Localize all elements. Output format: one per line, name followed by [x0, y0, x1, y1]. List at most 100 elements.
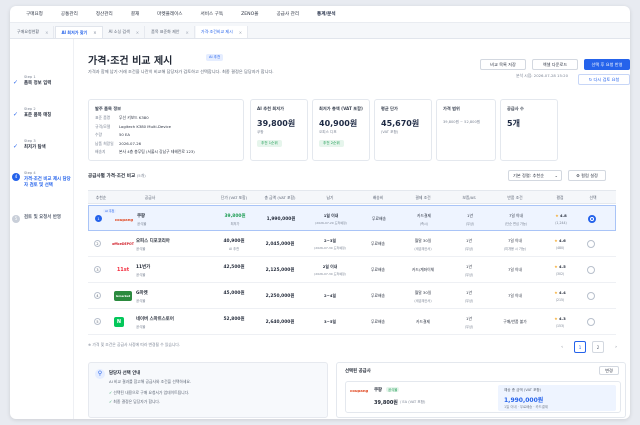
tab-2[interactable]: AI 소싱 검색 × [104, 26, 146, 38]
unit-price: 52,800원 [223, 317, 245, 322]
tab-3[interactable]: 품목 표준화 제안 × [146, 26, 195, 38]
main-content: 가격·조건 비교 제시 AI 추천 가격과 함께 납기·거래 조건을 나란히 비… [82, 39, 630, 419]
change-supplier-button[interactable]: 변경 [599, 366, 619, 375]
step-3[interactable]: ✓ Step 3 최저가 탐색 [10, 139, 74, 169]
info-value: 2026-07-26 [119, 140, 142, 146]
column-header[interactable]: 총 금액 (VAT 포함) [258, 195, 302, 201]
re-review-button[interactable]: ↻ 다시 검토 요청 [578, 74, 630, 85]
info-value: Logitech K380 Multi-Device [119, 123, 171, 129]
select-radio[interactable] [587, 318, 595, 326]
close-icon[interactable]: × [136, 30, 139, 35]
supplier-name: G마켓 [136, 291, 148, 296]
column-header[interactable]: 선택 [584, 195, 602, 201]
warranty-sub: (무상) [464, 299, 474, 303]
tab-label: AI 최저가 찾기 [61, 29, 88, 35]
close-icon[interactable]: × [185, 30, 188, 35]
close-icon[interactable]: × [45, 30, 48, 35]
step-name: 표준 품목 매칭 [24, 113, 52, 118]
shipping: 무료배송 [371, 319, 385, 324]
total-sub: 1일 이내 · 무료배송 · 카드결제 [504, 405, 549, 409]
topnav-item[interactable]: 마켓플레이스 [157, 11, 182, 17]
rating-value: 4.3 [559, 316, 566, 321]
return-sub: (단순 변심 가능) [504, 222, 528, 226]
page-button[interactable]: 1 [574, 341, 586, 353]
column-header[interactable]: 공급사 [120, 195, 180, 201]
step-4[interactable]: 4 Step 4 가격·조건 비교 제시 담당자 검토 및 선택 [10, 171, 74, 201]
column-header[interactable]: 보증/AS [450, 195, 488, 201]
close-icon[interactable]: × [93, 30, 96, 35]
warranty-sub: (무상) [464, 325, 474, 329]
table-row[interactable]: 3 11st 11번가 공식몰 42,500원 2,125,000원 2일 이내 (2026-… [88, 257, 616, 283]
table-row[interactable]: 1 coupang AI 추천 쿠팡 공식몰 39,800원 최저가 1,990,000원 1일… [88, 205, 616, 231]
rating: ★ 4.5 [542, 264, 578, 269]
tab-0[interactable]: 구매요청현황 × [12, 26, 55, 38]
next-page-button[interactable]: › [610, 341, 622, 353]
topnav-item[interactable]: ZENO몰 [241, 11, 258, 17]
select-radio[interactable] [588, 215, 596, 223]
excel-download-button[interactable]: 엑셀 다운로드 [532, 59, 578, 70]
rating-value: 4.5 [559, 264, 566, 269]
table-row[interactable]: 4 Gmarket G마켓 공식몰 45,000원 2,250,000원 2~4일 무료배송 월… [88, 283, 616, 309]
kpi-title: AI 추천 최저가 [257, 106, 284, 111]
comparison-table: 공급사별 가격·조건 비교 (5개) 기본 정렬: 추천순 ⌄ ⚙ 컬럼 설정 추… [88, 170, 626, 360]
kpi-pill: 추천 2순위 [319, 140, 344, 147]
tab-4[interactable]: 가격·조건비교 제시 × [195, 26, 249, 38]
prev-page-button[interactable]: ‹ [556, 341, 568, 353]
info-value: 50 EA [119, 132, 131, 137]
check-icon: ✓ [13, 79, 19, 86]
warranty: 1년 [467, 213, 473, 218]
column-settings-button[interactable]: ⚙ 컬럼 설정 [568, 170, 606, 181]
column-header[interactable]: 납기 [306, 195, 354, 201]
topnav-item[interactable]: 구매요청 [26, 11, 43, 17]
lead-time-sub: (2026-07-29 도착예정) [315, 221, 347, 225]
kpi-sub: 쿠팡 [257, 130, 264, 134]
table-row[interactable]: 5 N 네이버 스마트스토어 공식몰 52,800원 2,640,000원 3~5일 무료배송… [88, 309, 616, 335]
info-value: 본사 4층 총무팀 (서울시 강남구 테헤란로 123) [119, 149, 195, 154]
step-5[interactable]: 5 검토 및 요청서 반영 [10, 213, 74, 243]
topnav-item[interactable]: 정산관리 [96, 11, 113, 17]
review-count: (153) [555, 324, 565, 328]
price-tag: 최저가 [230, 222, 240, 226]
kpi-card: AI 추천 최저가 39,800원 쿠팡 추천 1순위 [250, 99, 308, 161]
column-header[interactable]: 추천순 [90, 195, 112, 201]
lead-time: 2일 이내 [322, 264, 338, 269]
topnav-item[interactable]: 통계/분석 [317, 11, 336, 17]
column-header[interactable]: 단가 (VAT 포함) [214, 195, 254, 201]
topnav-item[interactable]: 서비스 구독 [201, 11, 224, 17]
page-description: 가격과 함께 납기·거래 조건을 나란히 비교해 담당자가 검토하고 선택합니다… [88, 69, 274, 74]
rating: ★ 4.8 [543, 213, 579, 218]
save-list-button[interactable]: 비교 목록 저장 [480, 59, 526, 70]
step-2[interactable]: ✓ Step 2 표준 품목 매칭 [10, 107, 74, 137]
topnav-item[interactable]: 공통관리 [61, 11, 78, 17]
official-mall-tag: 공식몰 [386, 387, 400, 392]
topnav-item[interactable]: 결재 [131, 11, 139, 17]
return-terms: 7일 이내 [507, 238, 523, 243]
payment-sub: (세금계산서) [414, 299, 432, 303]
close-icon[interactable]: × [239, 30, 242, 35]
page-button[interactable]: 2 [592, 341, 604, 353]
info-key: 규격/모델 [95, 123, 111, 129]
tab-label: 품목 표준화 제안 [151, 29, 180, 34]
select-radio[interactable] [587, 292, 595, 300]
select-radio[interactable] [587, 266, 595, 274]
sort-select[interactable]: 기본 정렬: 추천순 ⌄ [508, 170, 562, 181]
table-row[interactable]: 2 officeDEPOT 오피스 디포코리아 공식몰 40,900원 AI 추천 2,04… [88, 231, 616, 257]
column-header[interactable]: 결제 조건 [400, 195, 446, 201]
tab-1[interactable]: AI 최저가 찾기 × [55, 26, 103, 38]
review-count: (302) [555, 272, 565, 276]
rank-number: 2 [94, 240, 101, 247]
shipping: 무료배송 [372, 216, 386, 221]
topnav-item[interactable]: 공급사 관리 [276, 11, 299, 17]
apply-selection-button[interactable]: 선택 후 요청 반영 [584, 59, 630, 70]
step-label: Step 4 [24, 171, 36, 175]
check-icon: ✓ [13, 111, 19, 118]
lead-time-sub: (2026-07-30 도착예정) [314, 272, 346, 276]
kpi-value: 5개 [507, 119, 520, 128]
rating-value: 4.6 [559, 238, 566, 243]
step-1[interactable]: ✓ Step 1 품목 정보 입력 [10, 75, 74, 105]
column-header[interactable]: 배송비 [360, 195, 396, 201]
select-radio[interactable] [587, 240, 595, 248]
unit-price: 39,800원 [224, 214, 246, 219]
column-header[interactable]: 평점 [542, 195, 578, 201]
column-header[interactable]: 반품 조건 [492, 195, 538, 201]
